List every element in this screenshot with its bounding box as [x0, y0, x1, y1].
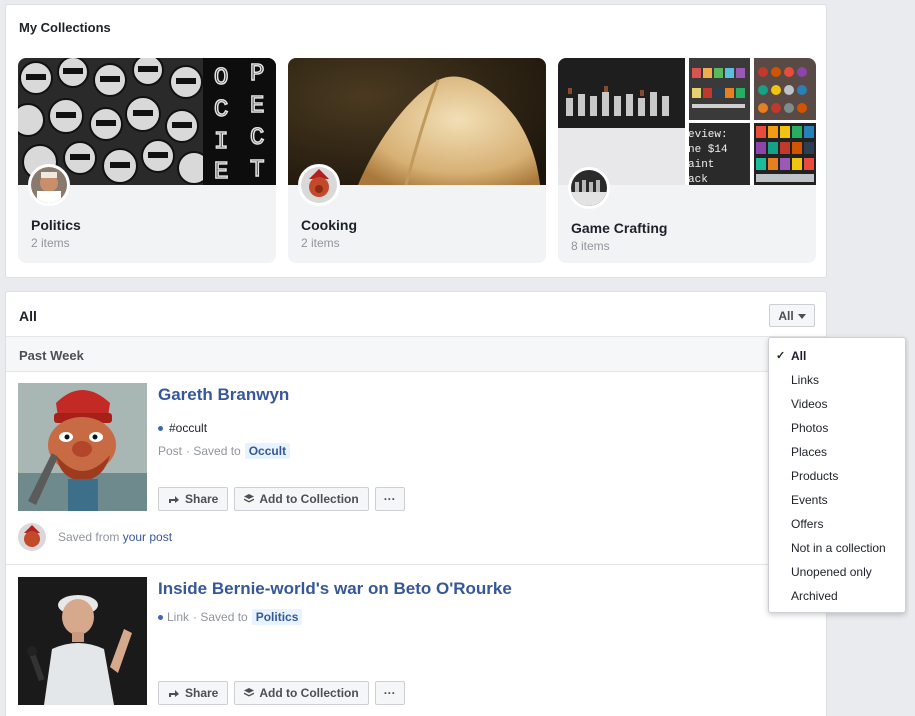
saved-items-card: All All Past Week Gareth Branwyn #occult… [5, 291, 827, 716]
filter-option-unopened-only[interactable]: Unopened only [769, 560, 905, 584]
svg-text:aint: aint [688, 159, 714, 171]
share-icon [169, 496, 179, 503]
collection-name-game-crafting: Game Crafting [571, 220, 668, 236]
filter-option-links[interactable]: Links [769, 368, 905, 392]
filter-option-label: Links [791, 373, 820, 387]
saved-item-thumbnail[interactable] [18, 383, 147, 511]
saved-from-link[interactable]: your post [123, 530, 172, 544]
saved-from-row: Saved from your post [18, 523, 172, 551]
filter-option-offers[interactable]: Offers [769, 512, 905, 536]
svg-text:O: O [214, 65, 228, 92]
filter-option-products[interactable]: Products [769, 464, 905, 488]
svg-text:C: C [250, 125, 264, 152]
saved-item-actions: Share Add to Collection ··· [158, 487, 405, 511]
svg-text:ack: ack [688, 174, 708, 185]
add-to-collection-label: Add to Collection [259, 686, 359, 700]
saved-item-meta: Link · Saved to Politics [158, 609, 303, 625]
add-to-collection-label: Add to Collection [259, 492, 359, 506]
filter-option-label: Unopened only [791, 565, 872, 579]
saved-to-label: · Saved to [186, 444, 241, 458]
collection-icon [244, 688, 255, 697]
filter-option-label: Videos [791, 397, 828, 411]
filter-dropdown-button[interactable]: All [769, 304, 815, 327]
share-button-label: Share [185, 492, 219, 506]
add-to-collection-button[interactable]: Add to Collection [234, 681, 369, 705]
filter-option-label: Photos [791, 421, 829, 435]
more-options-button[interactable]: ··· [374, 487, 405, 511]
filter-option-videos[interactable]: Videos [769, 392, 905, 416]
bullet-icon [158, 425, 163, 431]
share-button[interactable]: Share [158, 681, 229, 705]
my-collections-title: My Collections [19, 20, 111, 35]
filter-dropdown-label: All [778, 308, 794, 323]
share-icon [169, 690, 179, 697]
collection-card-game-crafting[interactable]: eview: ne $14 aint ack Game Crafting 8 item… [558, 58, 816, 263]
filter-option-label: Archived [791, 589, 838, 603]
share-button[interactable]: Share [158, 487, 229, 511]
filter-option-events[interactable]: Events [769, 488, 905, 512]
svg-text:C: C [214, 97, 228, 124]
svg-text:P: P [250, 61, 264, 88]
filter-option-label: Not in a collection [791, 541, 886, 555]
saved-from-avatar[interactable] [18, 523, 46, 551]
bullet-icon [158, 614, 163, 620]
saved-item-collection-link[interactable]: Occult [244, 443, 291, 459]
saved-item-title[interactable]: Gareth Branwyn [158, 385, 289, 405]
svg-text:E: E [250, 93, 264, 120]
saved-item-type: Post [158, 444, 183, 458]
add-to-collection-button[interactable]: Add to Collection [234, 487, 369, 511]
my-collections-card: My Collections OP CE I C E T Politics 2 … [5, 4, 827, 278]
svg-text:I: I [214, 129, 228, 156]
caret-down-icon [797, 313, 806, 319]
collection-cover-game-crafting: eview: ne $14 aint ack [558, 58, 816, 185]
svg-text:E: E [214, 159, 228, 185]
collection-count-politics: 2 items [31, 236, 70, 250]
saved-from-label: Saved from [58, 530, 120, 544]
svg-text:T: T [250, 157, 264, 184]
share-button-label: Share [185, 686, 219, 700]
saved-item-tag: #occult [158, 421, 207, 435]
saved-item-tag-text[interactable]: #occult [169, 421, 207, 435]
filter-option-label: Events [791, 493, 828, 507]
collection-card-cooking[interactable]: Cooking 2 items [288, 58, 546, 263]
saved-item-meta: Post · Saved to Occult [158, 443, 291, 459]
more-options-icon: ··· [383, 492, 396, 506]
more-options-button[interactable]: ··· [374, 681, 405, 705]
collection-name-cooking: Cooking [301, 217, 357, 233]
collection-avatar-politics [28, 164, 70, 206]
filter-option-label: Offers [791, 517, 824, 531]
filter-option-photos[interactable]: Photos [769, 416, 905, 440]
page-scrollbar[interactable] [909, 0, 915, 716]
collection-name-politics: Politics [31, 217, 81, 233]
svg-text:ne $14: ne $14 [688, 144, 728, 156]
filter-option-all[interactable]: ✓ All [769, 344, 905, 368]
saved-from-text: Saved from your post [58, 530, 172, 544]
saved-item-actions: Share Add to Collection ··· [158, 681, 405, 705]
saved-item-title[interactable]: Inside Bernie-world's war on Beto O'Rour… [158, 579, 512, 599]
more-options-icon: ··· [383, 686, 396, 700]
section-title: Past Week [19, 348, 84, 363]
saved-item-type: Link [167, 610, 190, 624]
checkmark-icon: ✓ [776, 350, 786, 362]
svg-text:eview:: eview: [688, 129, 728, 141]
filter-option-not-in-a-collection[interactable]: Not in a collection [769, 536, 905, 560]
section-header: Past Week [6, 336, 826, 372]
collection-avatar-game-crafting [568, 167, 610, 209]
filter-option-label: All [791, 349, 807, 363]
filter-option-archived[interactable]: Archived [769, 584, 905, 608]
collection-avatar-cooking [298, 164, 340, 206]
saved-item-thumbnail[interactable] [18, 577, 147, 705]
filter-dropdown-menu: ✓ All Links Videos Photos Places Products Event… [768, 337, 906, 613]
saved-items-title: All [19, 308, 37, 324]
collection-count-cooking: 2 items [301, 236, 340, 250]
saved-to-label: · Saved to [193, 610, 248, 624]
filter-option-label: Places [791, 445, 828, 459]
collection-icon [244, 494, 255, 503]
filter-option-places[interactable]: Places [769, 440, 905, 464]
collection-count-game-crafting: 8 items [571, 239, 610, 253]
item-divider [6, 564, 826, 565]
collection-card-politics[interactable]: OP CE IC ET Politics 2 items [18, 58, 276, 263]
filter-option-label: Products [791, 469, 839, 483]
saved-item-collection-link[interactable]: Politics [251, 609, 303, 625]
